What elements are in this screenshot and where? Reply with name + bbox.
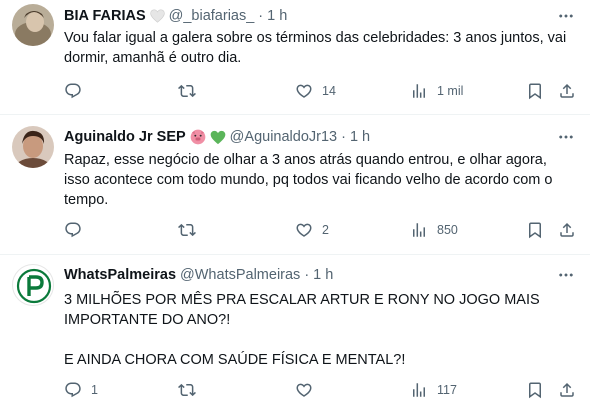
white-heart-icon (149, 9, 165, 23)
timestamp[interactable]: 1 h (350, 129, 370, 145)
display-name[interactable]: WhatsPalmeiras (64, 267, 176, 283)
retweet-button[interactable] (178, 379, 205, 401)
tweet-header: WhatsPalmeiras @WhatsPalmeiras · 1 h (64, 265, 550, 285)
timestamp[interactable]: 1 h (267, 8, 287, 24)
reply-button[interactable] (64, 219, 91, 241)
pig-face-icon (190, 129, 206, 145)
more-options-icon[interactable] (556, 127, 576, 147)
bookmark-button[interactable] (526, 379, 544, 401)
views-button[interactable]: 117 (410, 379, 457, 401)
green-heart-icon (210, 130, 226, 145)
share-button[interactable] (558, 219, 576, 241)
heart-icon (295, 381, 313, 399)
share-button[interactable] (558, 80, 576, 102)
timestamp[interactable]: 1 h (313, 267, 333, 283)
tweet-text: 3 MILHÕES POR MÊS PRA ESCALAR ARTUR E RO… (64, 292, 540, 368)
like-count: 2 (322, 223, 329, 237)
reply-button[interactable] (64, 80, 91, 102)
views-icon (410, 82, 428, 100)
retweet-icon (178, 82, 196, 100)
share-button[interactable] (558, 379, 576, 401)
tweet-aguinaldo[interactable]: Aguinaldo Jr SEP @AguinaldoJr13 · 1 h Ra… (0, 115, 590, 255)
avatar[interactable] (12, 4, 54, 46)
action-bar: 14 1 mil (64, 80, 578, 102)
view-count: 850 (437, 223, 458, 237)
bookmark-button[interactable] (526, 80, 544, 102)
separator: · (304, 267, 310, 283)
like-button[interactable]: 14 (295, 80, 336, 102)
views-icon (410, 381, 428, 399)
bookmark-icon (526, 221, 544, 239)
tweet-bia-farias[interactable]: BIA FARIAS @_biafarias_ · 1 h Vou falar … (0, 0, 590, 115)
retweet-icon (178, 381, 196, 399)
separator: · (341, 129, 346, 145)
retweet-icon (178, 221, 196, 239)
reply-icon (64, 82, 82, 100)
retweet-button[interactable] (178, 80, 205, 102)
tweet-header: Aguinaldo Jr SEP @AguinaldoJr13 · 1 h (64, 127, 550, 147)
views-button[interactable]: 850 (410, 219, 458, 241)
more-options-icon[interactable] (556, 265, 576, 285)
heart-icon (295, 82, 313, 100)
display-name[interactable]: BIA FARIAS (64, 8, 146, 24)
like-button[interactable] (295, 379, 322, 401)
like-count: 14 (322, 84, 336, 98)
avatar[interactable] (12, 126, 54, 168)
reply-icon (64, 381, 82, 399)
share-icon (558, 221, 576, 239)
share-icon (558, 381, 576, 399)
handle[interactable]: @WhatsPalmeiras (180, 267, 300, 283)
like-button[interactable]: 2 (295, 219, 329, 241)
views-icon (410, 221, 428, 239)
heart-icon (295, 221, 313, 239)
tweet-text: Vou falar igual a galera sobre os términ… (64, 30, 567, 66)
tweet-whatspalmeiras[interactable]: WhatsPalmeiras @WhatsPalmeiras · 1 h 3 M… (0, 255, 590, 403)
reply-icon (64, 221, 82, 239)
view-count: 1 mil (437, 84, 464, 98)
bookmark-icon (526, 82, 544, 100)
bookmark-icon (526, 381, 544, 399)
action-bar: 1 117 (64, 379, 578, 401)
tweet-header: BIA FARIAS @_biafarias_ · 1 h (64, 6, 550, 26)
reply-count: 1 (91, 383, 98, 397)
handle[interactable]: @AguinaldoJr13 (230, 129, 337, 145)
view-count: 117 (437, 383, 457, 397)
palmeiras-logo-avatar[interactable] (12, 264, 54, 306)
more-options-icon[interactable] (556, 6, 576, 26)
tweet-text: Rapaz, esse negócio de olhar a 3 anos at… (64, 152, 553, 208)
bookmark-button[interactable] (526, 219, 544, 241)
display-name[interactable]: Aguinaldo Jr SEP (64, 129, 186, 145)
retweet-button[interactable] (178, 219, 205, 241)
action-bar: 2 850 (64, 219, 578, 241)
reply-button[interactable]: 1 (64, 379, 98, 401)
handle[interactable]: @_biafarias_ (169, 8, 255, 24)
share-icon (558, 82, 576, 100)
separator: · (258, 8, 264, 24)
views-button[interactable]: 1 mil (410, 80, 463, 102)
